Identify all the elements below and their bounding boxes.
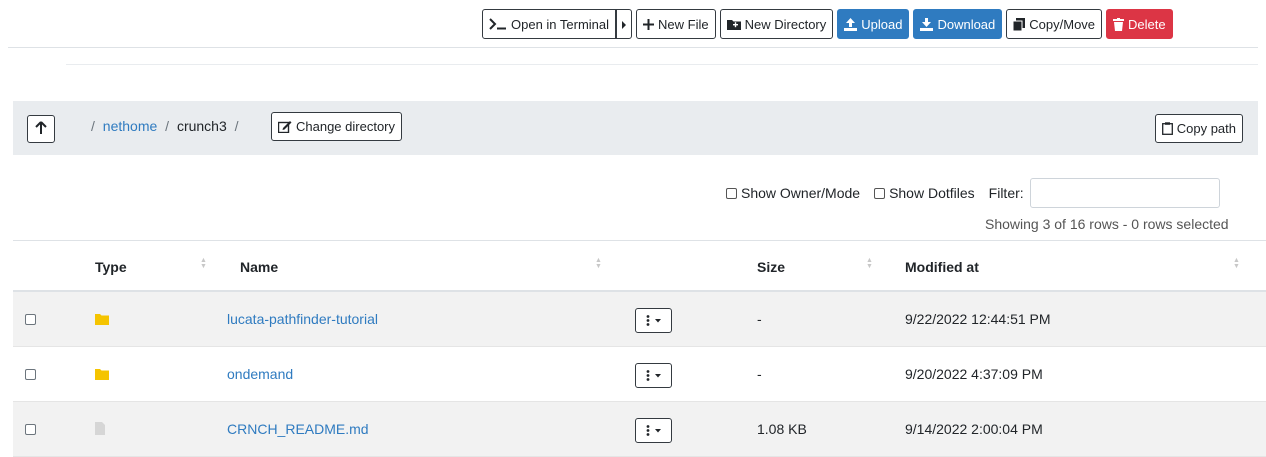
breadcrumb-trailing-separator: / <box>234 118 239 134</box>
file-modified: 9/14/2022 2:00:04 PM <box>905 421 1043 437</box>
row-select-checkbox[interactable] <box>25 314 36 325</box>
sort-size-icon[interactable]: ▲ ▼ <box>866 257 873 270</box>
upload-label: Upload <box>861 16 903 32</box>
open-in-terminal-button[interactable]: Open in Terminal <box>482 9 617 39</box>
go-up-button[interactable] <box>27 115 55 143</box>
open-in-terminal-label: Open in Terminal <box>511 16 610 32</box>
caret-right-icon <box>621 17 627 32</box>
upload-icon <box>844 17 858 31</box>
copy-move-button[interactable]: Copy/Move <box>1006 9 1103 39</box>
copy-path-label: Copy path <box>1176 121 1236 136</box>
file-toolbar: Open in Terminal New File New Directory … <box>482 8 1177 40</box>
row-select-checkbox[interactable] <box>25 424 36 435</box>
table-row[interactable]: lucata-pathfinder-tutorial - 9/22/2022 1… <box>13 292 1266 347</box>
column-header-modified[interactable]: Modified at <box>905 259 979 275</box>
arrow-up-icon <box>35 120 47 138</box>
breadcrumb-root-separator: / <box>91 118 95 134</box>
download-button[interactable]: Download <box>913 9 1003 39</box>
sort-type-icon[interactable]: ▲ ▼ <box>200 257 207 270</box>
breadcrumb-current: crunch3 <box>176 118 227 134</box>
breadcrumb-bar: / nethome / crunch3 / Change directory C… <box>13 101 1258 155</box>
row-select-checkbox[interactable] <box>25 369 36 380</box>
breadcrumb-separator: / <box>165 118 170 134</box>
sort-modified-icon[interactable]: ▲ ▼ <box>1233 257 1240 270</box>
terminal-dropdown-button[interactable] <box>616 9 633 39</box>
filter-label: Filter: <box>988 185 1024 201</box>
copy-move-label: Copy/Move <box>1029 16 1096 32</box>
plus-icon <box>643 18 655 30</box>
table-header: Type ▲ ▼ Name ▲ ▼ Size ▲ ▼ Modified at ▲ ▼ <box>13 240 1266 292</box>
file-size: - <box>757 311 762 327</box>
sort-name-icon[interactable]: ▲ ▼ <box>595 257 602 270</box>
show-owner-mode-checkbox[interactable] <box>726 187 737 199</box>
rows-info: Showing 3 of 16 rows - 0 rows selected <box>985 216 1229 232</box>
copy-icon <box>1013 17 1026 31</box>
upload-button[interactable]: Upload <box>837 9 910 39</box>
show-dotfiles-label: Show Dotfiles <box>889 185 975 201</box>
filter-input[interactable] <box>1029 178 1220 208</box>
show-dotfiles-checkbox[interactable] <box>874 187 886 199</box>
column-header-type[interactable]: Type <box>95 259 127 275</box>
show-owner-mode-toggle[interactable]: Show Owner/Mode <box>726 185 860 201</box>
column-header-name[interactable]: Name <box>240 259 278 275</box>
section-divider <box>66 64 1258 65</box>
new-file-label: New File <box>658 16 709 32</box>
breadcrumb-nethome[interactable]: nethome <box>103 118 157 134</box>
change-directory-button[interactable]: Change directory <box>271 112 402 141</box>
show-dotfiles-toggle[interactable]: Show Dotfiles <box>874 185 975 201</box>
terminal-icon <box>489 18 507 30</box>
folder-plus-icon <box>726 19 741 30</box>
trash-icon <box>1113 17 1125 31</box>
table-row[interactable]: CRNCH_README.md 1.08 KB 9/14/2022 2:00:0… <box>13 402 1266 457</box>
download-icon <box>920 17 934 31</box>
file-size: - <box>757 366 762 382</box>
file-name-link[interactable]: CRNCH_README.md <box>227 421 369 437</box>
copy-path-button[interactable]: Copy path <box>1154 114 1243 143</box>
show-owner-mode-label: Show Owner/Mode <box>741 185 861 201</box>
delete-label: Delete <box>1128 16 1166 32</box>
file-icon <box>95 422 105 438</box>
file-name-link[interactable]: ondemand <box>227 366 293 382</box>
files-table: Type ▲ ▼ Name ▲ ▼ Size ▲ ▼ Modified at ▲ ▼ l… <box>13 240 1266 457</box>
breadcrumb: / nethome / crunch3 / <box>87 118 243 134</box>
table-options: Show Owner/Mode Show Dotfiles Filter: <box>726 178 1220 208</box>
edit-icon <box>278 120 292 133</box>
row-actions-button[interactable] <box>635 308 672 333</box>
new-file-button[interactable]: New File <box>636 9 716 39</box>
folder-icon <box>95 312 109 328</box>
new-directory-label: New Directory <box>744 16 827 32</box>
file-modified: 9/20/2022 4:37:09 PM <box>905 366 1043 382</box>
new-directory-button[interactable]: New Directory <box>719 9 834 39</box>
table-row[interactable]: ondemand - 9/20/2022 4:37:09 PM <box>13 347 1266 402</box>
folder-icon <box>95 367 109 383</box>
download-label: Download <box>937 16 996 32</box>
row-actions-button[interactable] <box>635 418 672 443</box>
toolbar-divider <box>8 47 1258 48</box>
column-header-size[interactable]: Size <box>757 259 785 275</box>
file-name-link[interactable]: lucata-pathfinder-tutorial <box>227 311 378 327</box>
change-directory-label: Change directory <box>296 119 395 134</box>
file-modified: 9/22/2022 12:44:51 PM <box>905 311 1051 327</box>
file-size: 1.08 KB <box>757 421 807 437</box>
delete-button[interactable]: Delete <box>1106 9 1173 39</box>
clipboard-icon <box>1161 122 1173 135</box>
row-actions-button[interactable] <box>635 363 672 388</box>
